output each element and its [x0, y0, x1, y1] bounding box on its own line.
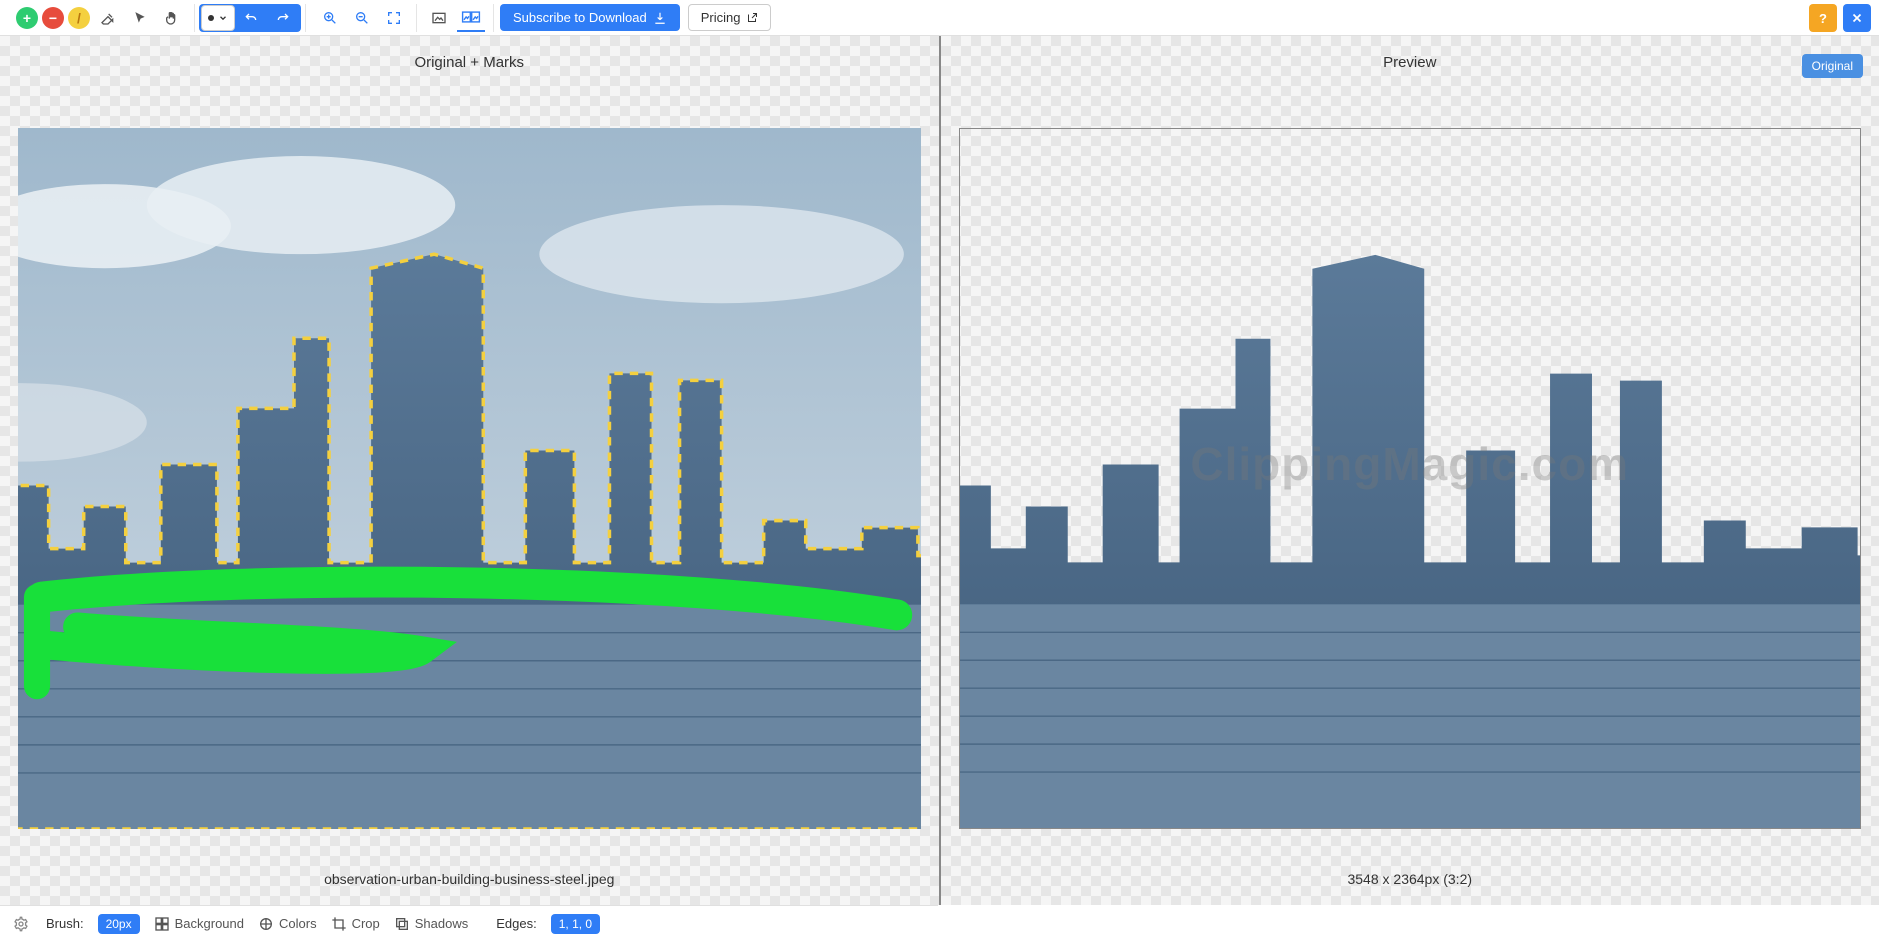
close-icon [1850, 11, 1864, 25]
main-split: Original + Marks [0, 36, 1879, 905]
background-label: Background [175, 916, 244, 931]
gear-icon [13, 916, 29, 932]
help-label: ? [1819, 11, 1827, 26]
download-icon [653, 11, 667, 25]
fit-screen-button[interactable] [380, 4, 408, 32]
help-button[interactable]: ? [1809, 4, 1837, 32]
toggle-original-button[interactable]: Original [1802, 54, 1863, 78]
left-canvas-wrap [18, 128, 921, 829]
redo-button[interactable] [269, 4, 297, 32]
brush-size-label: Brush: [46, 916, 84, 931]
colors-option[interactable]: Colors [258, 916, 317, 932]
left-pane-title: Original + Marks [0, 54, 939, 71]
brush-size-dropdown[interactable] [201, 5, 235, 31]
crop-option[interactable]: Crop [331, 916, 380, 932]
filename-label: observation-urban-building-business-stee… [0, 871, 939, 887]
dimensions-label: 3548 x 2364px (3:2) [941, 871, 1879, 887]
top-toolbar: + − / [0, 0, 1879, 36]
single-view-button[interactable] [425, 4, 453, 32]
hair-brush-button[interactable]: / [68, 7, 90, 29]
close-button[interactable] [1843, 4, 1871, 32]
view-mode-group [417, 4, 494, 32]
right-pane-title: Preview [941, 54, 1879, 71]
pan-hand-button[interactable] [158, 4, 186, 32]
colors-icon [258, 916, 274, 932]
background-option[interactable]: Background [154, 916, 244, 932]
crop-label: Crop [352, 916, 380, 931]
subscribe-label: Subscribe to Download [513, 10, 647, 25]
preview-canvas[interactable]: ClippingMagic.com [959, 128, 1862, 829]
brush-size-value[interactable]: 20px [98, 914, 140, 934]
right-pane: Preview Original [941, 36, 1879, 905]
keep-brush-button[interactable]: + [16, 7, 38, 29]
original-canvas[interactable] [18, 128, 921, 829]
original-image [18, 128, 921, 829]
zoom-in-button[interactable] [316, 4, 344, 32]
settings-gear-button[interactable] [10, 913, 32, 935]
shadows-icon [394, 916, 410, 932]
toolbar-right-group: ? [1809, 4, 1871, 32]
left-pane: Original + Marks [0, 36, 939, 905]
colors-label: Colors [279, 916, 317, 931]
zoom-group [305, 4, 417, 32]
remove-brush-button[interactable]: − [42, 7, 64, 29]
right-canvas-wrap: ClippingMagic.com [959, 128, 1862, 829]
undo-button[interactable] [237, 4, 265, 32]
mark-tools-group: + − / [8, 4, 195, 32]
brush-undo-redo-group [199, 4, 301, 32]
shadows-option[interactable]: Shadows [394, 916, 468, 932]
edges-label: Edges: [496, 916, 536, 931]
eraser-button[interactable] [94, 4, 122, 32]
split-view-button[interactable] [457, 4, 485, 32]
pricing-button[interactable]: Pricing [688, 4, 772, 31]
zoom-out-button[interactable] [348, 4, 376, 32]
crop-icon [331, 916, 347, 932]
background-icon [154, 916, 170, 932]
external-link-icon [746, 12, 758, 24]
subscribe-download-button[interactable]: Subscribe to Download [500, 4, 680, 31]
preview-image [960, 129, 1861, 828]
pricing-label: Pricing [701, 10, 741, 25]
edges-value[interactable]: 1, 1, 0 [551, 914, 600, 934]
pointer-button[interactable] [126, 4, 154, 32]
bottom-toolbar: Brush: 20px Background Colors Crop Shado… [0, 905, 938, 941]
shadows-label: Shadows [415, 916, 468, 931]
